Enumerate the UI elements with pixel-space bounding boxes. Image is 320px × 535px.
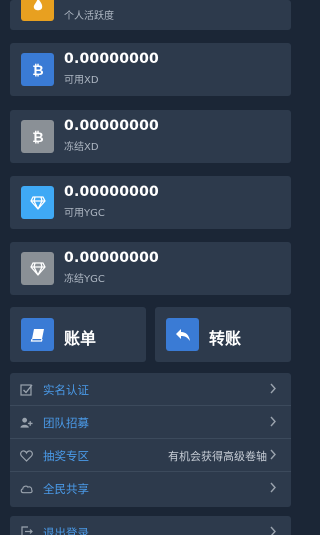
heart-icon	[20, 449, 33, 462]
balance-label: 冻结XD	[64, 142, 99, 153]
svg-text:₿: ₿	[32, 130, 43, 145]
balance-value: 0.00000000	[64, 118, 159, 134]
book-icon	[21, 318, 54, 351]
flame-icon	[21, 0, 54, 21]
balance-card-frozen-ygc[interactable]: 0.00000000 冻结YGC	[10, 242, 291, 295]
menu-item-share[interactable]: 全民共享	[10, 472, 291, 505]
wallet-page: 0 个人活跃度 ₿ 0.00000000 可用XD ₿ 0.00000000 冻…	[0, 0, 300, 535]
chevron-right-icon	[270, 383, 276, 394]
menu-label: 实名认证	[43, 383, 89, 397]
diamond-icon	[21, 186, 54, 219]
menu-item-lottery[interactable]: 抽奖专区 有机会获得高级卷轴	[10, 439, 291, 472]
balance-value: 0.00000000	[64, 184, 159, 200]
checkbox-icon	[20, 383, 33, 396]
balance-label: 冻结YGC	[64, 274, 105, 285]
bitcoin-icon: ₿	[21, 53, 54, 86]
chevron-right-icon	[270, 416, 276, 427]
menu-item-real-name[interactable]: 实名认证	[10, 373, 291, 406]
menu-label: 全民共享	[43, 482, 89, 496]
balance-label: 可用XD	[64, 75, 99, 86]
transfer-button[interactable]: 转账	[155, 307, 291, 362]
chevron-right-icon	[270, 449, 276, 460]
balance-card-available-ygc[interactable]: 0.00000000 可用YGC	[10, 176, 291, 229]
logout-icon	[21, 526, 33, 535]
chevron-right-icon	[270, 482, 276, 493]
bill-button[interactable]: 账单	[10, 307, 146, 362]
logout-label: 退出登录	[43, 526, 89, 535]
add-user-icon	[20, 416, 33, 429]
balance-card-available-xd[interactable]: ₿ 0.00000000 可用XD	[10, 43, 291, 96]
balance-value: 0.00000000	[64, 51, 159, 67]
cloud-icon	[20, 482, 33, 495]
transfer-label: 转账	[209, 329, 242, 348]
activity-label: 个人活跃度	[64, 11, 114, 22]
settings-menu: 实名认证 团队招募 抽奖专区 有机会获得高级卷轴 全民共享	[10, 373, 291, 507]
chevron-right-icon	[270, 526, 276, 535]
reply-icon	[166, 318, 199, 351]
menu-right-text: 有机会获得高级卷轴	[168, 450, 267, 463]
bitcoin-icon: ₿	[21, 120, 54, 153]
diamond-icon	[21, 252, 54, 285]
logout-button[interactable]: 退出登录	[10, 516, 291, 535]
activity-value: 0	[64, 0, 74, 3]
balance-label: 可用YGC	[64, 208, 105, 219]
menu-label: 抽奖专区	[43, 449, 89, 463]
menu-item-team-recruit[interactable]: 团队招募	[10, 406, 291, 439]
bill-label: 账单	[64, 329, 97, 348]
balance-card-frozen-xd[interactable]: ₿ 0.00000000 冻结XD	[10, 110, 291, 163]
activity-card: 0 个人活跃度	[10, 0, 291, 30]
menu-label: 团队招募	[43, 416, 89, 430]
balance-value: 0.00000000	[64, 250, 159, 266]
svg-text:₿: ₿	[32, 63, 43, 78]
